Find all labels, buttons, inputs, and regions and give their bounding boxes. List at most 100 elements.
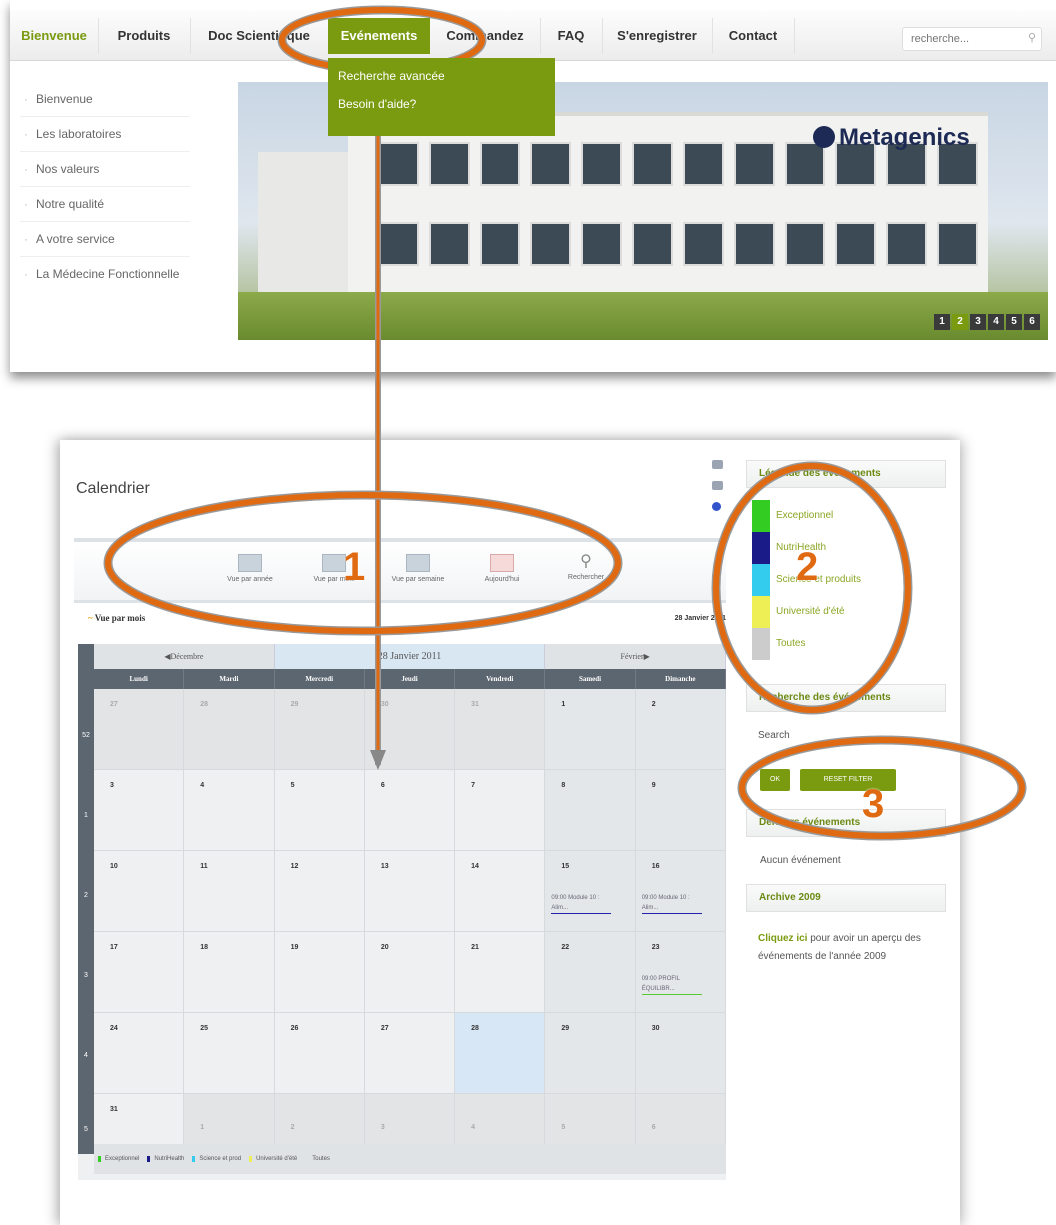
search-icon[interactable]: ⚲ [1028, 31, 1036, 44]
help-icon[interactable] [712, 502, 721, 511]
day-cell[interactable]: 27 [94, 689, 185, 769]
slider-page-5[interactable]: 5 [1006, 314, 1022, 330]
day-cell[interactable]: 10 [94, 851, 185, 931]
legend-filter[interactable]: Science et prod [192, 1156, 241, 1162]
day-cell[interactable]: 21 [455, 932, 546, 1012]
day-cell[interactable]: 20 [364, 932, 456, 1012]
day-cell[interactable]: 25 [184, 1013, 275, 1093]
nav-produits[interactable]: Produits [98, 18, 191, 54]
day-cell[interactable]: 17 [94, 932, 185, 1012]
day-cell[interactable]: 2 [635, 689, 726, 769]
calendar-event[interactable]: 09:00 PROFIL ÉQUILIBR... [641, 974, 702, 995]
day-cell[interactable]: 30 [635, 1013, 726, 1093]
nav-contact[interactable]: Contact [712, 18, 795, 54]
day-cell[interactable]: 9 [635, 770, 726, 850]
ok-button[interactable]: OK [760, 769, 790, 791]
day-cell[interactable]: 2 [274, 1094, 365, 1148]
legend-filter[interactable]: Exceptionnel [98, 1156, 139, 1162]
legend-item[interactable]: NutriHealth [746, 532, 946, 564]
legend-filter[interactable]: Toutes [305, 1156, 330, 1162]
day-cell[interactable]: 23 09:00 PROFIL ÉQUILIBR... [635, 932, 726, 1012]
week-view-button[interactable]: Vue par semaine [380, 554, 456, 583]
day-cell[interactable]: 14 [455, 851, 546, 931]
calendar-week-row: 27 28 29 30 31 1 2 [94, 689, 726, 770]
legend-filter[interactable]: Université d'été [249, 1156, 297, 1162]
email-icon[interactable] [712, 481, 723, 490]
dropdown-help[interactable]: Besoin d'aide? [328, 92, 555, 116]
dropdown-advanced-search[interactable]: Recherche avancée [328, 64, 555, 88]
day-cell[interactable]: 31 [455, 689, 546, 769]
day-cell[interactable]: 29 [545, 1013, 636, 1093]
legend-item[interactable]: Université d'été [746, 596, 946, 628]
week-number: 3 [84, 972, 88, 979]
day-cell[interactable]: 1 [184, 1094, 275, 1148]
prev-month-link[interactable]: ◀Décembre [94, 644, 275, 669]
search-buttons: OK RESET FILTER [760, 769, 946, 791]
day-cell-today[interactable]: 28 [455, 1013, 546, 1093]
day-cell[interactable]: 7 [455, 770, 546, 850]
slider-page-1[interactable]: 1 [934, 314, 950, 330]
calendar-event[interactable]: 09:00 Module 10 : Alim... [551, 893, 612, 914]
website-screenshot: Bienvenue Produits Doc Scientifique Evén… [10, 0, 1056, 372]
side-menu-medecine[interactable]: La Médecine Fonctionnelle [20, 257, 190, 291]
day-cell[interactable]: 12 [274, 851, 365, 931]
day-cell[interactable]: 13 [364, 851, 456, 931]
calendar-event[interactable]: 09:00 Module 10 : Alim... [641, 893, 702, 914]
nav-register[interactable]: S'enregistrer [602, 18, 713, 54]
legend-item[interactable]: Toutes [746, 628, 946, 660]
day-cell[interactable]: 24 [94, 1013, 185, 1093]
nav-faq[interactable]: FAQ [540, 18, 603, 54]
magnifier-icon: ⚲ [580, 553, 592, 570]
nav-bienvenue[interactable]: Bienvenue [10, 18, 99, 54]
nav-doc-scientifique[interactable]: Doc Scientifique [190, 18, 329, 54]
day-cell[interactable]: 22 [545, 932, 636, 1012]
slider-page-6[interactable]: 6 [1024, 314, 1040, 330]
slider-page-3[interactable]: 3 [970, 314, 986, 330]
day-cell[interactable]: 29 [274, 689, 365, 769]
day-cell[interactable]: 26 [274, 1013, 365, 1093]
category-legend-bar: Exceptionnel NutriHealth Science et prod… [94, 1144, 726, 1174]
day-cell[interactable]: 3 [364, 1094, 456, 1148]
side-menu-valeurs[interactable]: Nos valeurs [20, 152, 190, 187]
search-button[interactable]: ⚲ Rechercher [548, 553, 624, 582]
slider-page-4[interactable]: 4 [988, 314, 1004, 330]
day-cell[interactable]: 6 [364, 770, 456, 850]
day-cell[interactable]: 4 [184, 770, 275, 850]
day-cell[interactable]: 5 [545, 1094, 636, 1148]
side-menu-bienvenue[interactable]: Bienvenue [20, 82, 190, 117]
day-cell[interactable]: 8 [545, 770, 636, 850]
legend-filter[interactable]: NutriHealth [147, 1156, 184, 1162]
day-cell[interactable]: 11 [184, 851, 275, 931]
day-cell[interactable]: 15 09:00 Module 10 : Alim... [545, 851, 636, 931]
day-cell[interactable]: 5 [274, 770, 365, 850]
next-month-link[interactable]: Février▶ [545, 644, 727, 669]
side-menu-service[interactable]: A votre service [20, 222, 190, 257]
day-cell[interactable]: 6 [635, 1094, 726, 1148]
print-icon[interactable] [712, 460, 723, 469]
day-cell[interactable]: 19 [274, 932, 365, 1012]
nav-evenements[interactable]: Evénements [328, 18, 430, 54]
side-menu-qualite[interactable]: Notre qualité [20, 187, 190, 222]
day-cell[interactable]: 3 [94, 770, 185, 850]
day-cell[interactable]: 28 [184, 689, 275, 769]
nav-commandez[interactable]: Commandez [430, 18, 541, 54]
day-cell[interactable]: 1 [545, 689, 636, 769]
side-menu-laboratoires[interactable]: Les laboratoires [20, 117, 190, 152]
weekday-label: Samedi [545, 669, 636, 689]
day-cell[interactable]: 31 [94, 1094, 185, 1148]
side-menu: Bienvenue Les laboratoires Nos valeurs N… [20, 82, 190, 291]
today-button[interactable]: Aujourd'hui [464, 554, 540, 583]
weekday-label: Mardi [184, 669, 275, 689]
year-view-button[interactable]: Vue par année [212, 554, 288, 583]
slider-page-2[interactable]: 2 [952, 314, 968, 330]
archive-link[interactable]: Cliquez ici [758, 933, 807, 944]
day-cell[interactable]: 30 [364, 689, 456, 769]
legend-title: Légende des événements [746, 460, 946, 488]
legend-item[interactable]: Exceptionnel [746, 500, 946, 532]
search-input[interactable] [902, 27, 1042, 51]
legend-item[interactable]: Science et produits [746, 564, 946, 596]
day-cell[interactable]: 18 [184, 932, 275, 1012]
day-cell[interactable]: 4 [455, 1094, 546, 1148]
day-cell[interactable]: 16 09:00 Module 10 : Alim... [635, 851, 726, 931]
day-cell[interactable]: 27 [364, 1013, 456, 1093]
